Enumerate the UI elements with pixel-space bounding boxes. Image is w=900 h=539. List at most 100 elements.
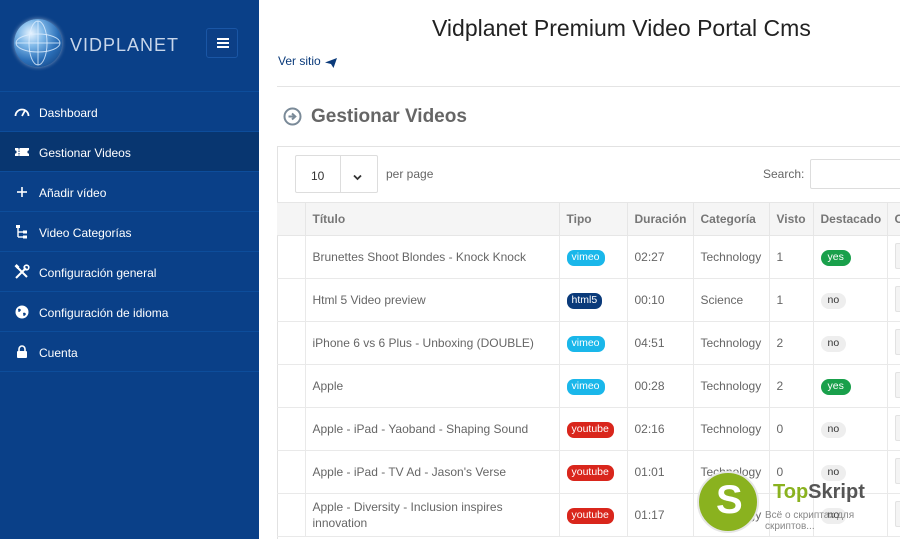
page-title: Vidplanet Premium Video Portal Cms xyxy=(432,15,811,41)
type-badge: vimeo xyxy=(566,249,605,266)
options-button[interactable] xyxy=(894,457,900,484)
menu-toggle-button[interactable] xyxy=(206,28,238,58)
featured-cell: yes xyxy=(813,235,888,279)
table-row[interactable]: Brunettes Shoot Blondes - Knock Knock vim… xyxy=(277,235,900,279)
view-site-link[interactable]: Ver sitio xyxy=(278,54,321,68)
row-select-cell[interactable] xyxy=(277,278,306,322)
video-title: Apple - iPad - Yaoband - Shaping Sound xyxy=(305,407,560,451)
per-page-label: per page xyxy=(386,167,434,181)
views-cell: 2 xyxy=(769,364,814,408)
table-row[interactable]: iPhone 6 vs 6 Plus - Unboxing (DOUBLE) vi… xyxy=(277,321,900,365)
page-size-value: 10 xyxy=(311,169,325,183)
duration-cell: 00:10 xyxy=(627,278,694,322)
brand-name[interactable]: VIDPLANET xyxy=(70,35,179,56)
logo-globe-icon[interactable] xyxy=(14,19,62,67)
section-title: Gestionar Videos xyxy=(311,106,467,127)
header-divider xyxy=(277,86,900,87)
options-cell xyxy=(887,364,900,408)
sidebar-item-dashboard[interactable]: Dashboard xyxy=(0,92,259,132)
sidebar-item-cuenta[interactable]: Cuenta xyxy=(0,332,259,372)
type-cell: youtube xyxy=(559,407,628,451)
select-column-header[interactable] xyxy=(277,202,306,236)
table-row[interactable]: Html 5 Video preview html5 00:10 Science 1 no xyxy=(277,278,900,322)
row-select-cell[interactable] xyxy=(277,407,306,451)
video-title: Apple - Diversity - Inclusion inspires i… xyxy=(305,493,560,537)
row-select-cell[interactable] xyxy=(277,364,306,408)
video-title: Html 5 Video preview xyxy=(305,278,560,322)
duration-cell: 02:27 xyxy=(627,235,694,279)
options-button[interactable] xyxy=(894,242,900,269)
column-header-categoria[interactable]: Categoría xyxy=(693,202,770,236)
row-select-cell[interactable] xyxy=(277,321,306,365)
options-cell xyxy=(887,321,900,365)
tools-icon xyxy=(14,264,30,280)
category-cell: Technology xyxy=(693,407,770,451)
speedometer-icon xyxy=(14,104,30,120)
table-row[interactable]: Apple - iPad - Yaoband - Shaping Sound yo… xyxy=(277,407,900,451)
row-select-cell[interactable] xyxy=(277,450,306,494)
column-header-visto[interactable]: Visto xyxy=(769,202,814,236)
sidebar-item-label: Configuración de idioma xyxy=(39,306,169,320)
page-size-select[interactable]: 10 xyxy=(295,155,378,193)
row-select-cell[interactable] xyxy=(277,235,306,279)
watermark-name: TopSkript xyxy=(773,481,865,504)
options-button[interactable] xyxy=(894,371,900,398)
type-cell: vimeo xyxy=(559,321,628,365)
sitemap-icon xyxy=(14,224,30,240)
sidebar-item-label: Gestionar Videos xyxy=(39,146,131,160)
featured-cell: no xyxy=(813,407,888,451)
featured-toggle[interactable]: no xyxy=(820,464,847,481)
column-header-tipo[interactable]: Tipo xyxy=(559,202,628,236)
duration-cell: 00:28 xyxy=(627,364,694,408)
type-cell: vimeo xyxy=(559,364,628,408)
options-button[interactable] xyxy=(894,285,900,312)
watermark-name-a: Top xyxy=(773,481,809,503)
options-button[interactable] xyxy=(894,414,900,441)
type-badge: vimeo xyxy=(566,335,605,352)
options-button[interactable] xyxy=(894,328,900,355)
sidebar-item-label: Configuración general xyxy=(39,266,157,280)
column-header-titulo[interactable]: Título xyxy=(305,202,560,236)
watermark-tagline: Всё о скриптах для скриптов... xyxy=(765,510,855,532)
search-input[interactable] xyxy=(810,159,900,189)
table-row[interactable]: Apple vimeo 00:28 Technology 2 yes xyxy=(277,364,900,408)
sidebar: VIDPLANET Dashboard Gestionar Videos Aña… xyxy=(0,0,259,539)
sidebar-item-label: Video Categorías xyxy=(39,226,132,240)
type-badge: youtube xyxy=(566,507,614,524)
column-header-destacado[interactable]: Destacado xyxy=(813,202,888,236)
duration-cell: 01:17 xyxy=(627,493,694,537)
views-cell: 1 xyxy=(769,235,814,279)
options-cell xyxy=(887,407,900,451)
type-cell: vimeo xyxy=(559,235,628,279)
video-title: Brunettes Shoot Blondes - Knock Knock xyxy=(305,235,560,279)
watermark-letter: S xyxy=(716,478,743,522)
sidebar-item-gestionar-videos[interactable]: Gestionar Videos xyxy=(0,132,259,172)
type-cell: youtube xyxy=(559,450,628,494)
ticket-icon xyxy=(13,144,31,160)
category-cell: Technology xyxy=(693,321,770,365)
featured-toggle[interactable]: yes xyxy=(820,249,851,266)
chevron-down-icon[interactable] xyxy=(353,169,362,187)
row-select-cell[interactable] xyxy=(277,493,306,537)
featured-toggle[interactable]: yes xyxy=(820,378,851,395)
featured-toggle[interactable]: no xyxy=(820,292,847,309)
column-header-duracion[interactable]: Duración xyxy=(627,202,694,236)
featured-toggle[interactable]: no xyxy=(820,421,847,438)
sidebar-item-configuracion-general[interactable]: Configuración general xyxy=(0,252,259,292)
arrow-circle-right-icon xyxy=(283,107,302,131)
sidebar-item-anadir-video[interactable]: Añadir vídeo xyxy=(0,172,259,212)
featured-toggle[interactable]: no xyxy=(820,335,847,352)
video-title: Apple xyxy=(305,364,560,408)
column-header-opciones[interactable]: O xyxy=(887,202,900,236)
sidebar-item-video-categorias[interactable]: Video Categorías xyxy=(0,212,259,252)
duration-cell: 02:16 xyxy=(627,407,694,451)
paper-plane-icon[interactable] xyxy=(325,55,337,73)
type-cell: youtube xyxy=(559,493,628,537)
options-cell xyxy=(887,450,900,494)
plus-icon xyxy=(14,184,30,200)
select-separator xyxy=(340,156,341,192)
video-title: iPhone 6 vs 6 Plus - Unboxing (DOUBLE) xyxy=(305,321,560,365)
table-header-row: Título Tipo Duración Categoría Visto Des… xyxy=(277,202,900,236)
sidebar-item-configuracion-de-idioma[interactable]: Configuración de idioma xyxy=(0,292,259,332)
category-cell: Technology xyxy=(693,235,770,279)
